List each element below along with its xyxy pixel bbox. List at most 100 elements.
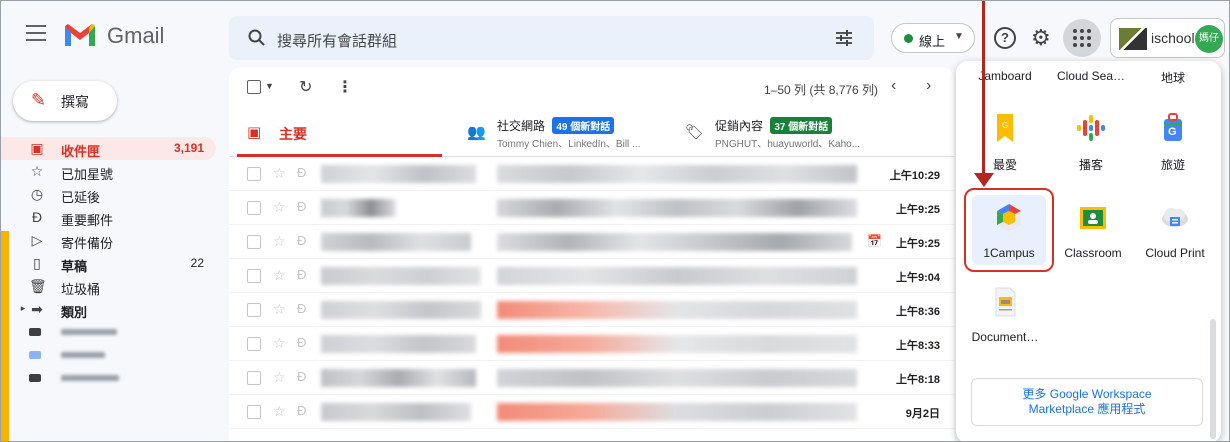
- apps-panel-scrollbar[interactable]: [1210, 319, 1216, 439]
- email-row[interactable]: ☆ Ð 上午8:33: [229, 327, 954, 361]
- row-checkbox[interactable]: [247, 337, 261, 351]
- app-earth[interactable]: 地球: [1132, 69, 1214, 86]
- important-icon[interactable]: Ð: [297, 369, 306, 384]
- prev-page-icon[interactable]: ‹: [891, 77, 896, 95]
- app-jamboard[interactable]: Jamboard: [964, 69, 1046, 83]
- refresh-icon[interactable]: ↻: [299, 77, 312, 97]
- row-checkbox[interactable]: [247, 235, 261, 249]
- email-row[interactable]: ☆ Ð 9月2日: [229, 395, 954, 429]
- email-row[interactable]: ☆ Ð 上午9:04: [229, 259, 954, 293]
- google-apps-button[interactable]: [1063, 19, 1101, 57]
- row-checkbox[interactable]: [247, 269, 261, 283]
- search-options-icon[interactable]: [834, 28, 854, 48]
- compose-button[interactable]: ✎ 撰寫: [13, 81, 117, 121]
- help-icon[interactable]: ?: [994, 27, 1016, 49]
- draft-count: 22: [190, 256, 204, 270]
- gear-icon[interactable]: ⚙: [1031, 25, 1051, 51]
- star-icon[interactable]: ☆: [273, 335, 286, 352]
- email-row[interactable]: ☆ Ð 上午9:25: [229, 191, 954, 225]
- app-cloud-search[interactable]: Cloud Sea…: [1050, 69, 1132, 83]
- status-dropdown[interactable]: 線上 ▼: [891, 23, 975, 53]
- document-icon: [995, 287, 1016, 317]
- tab-primary[interactable]: ▣ 主要: [237, 107, 442, 157]
- star-icon[interactable]: ☆: [273, 267, 286, 284]
- email-row[interactable]: ☆ Ð 📅 上午9:25: [229, 225, 954, 259]
- sidebar-label-item[interactable]: [1, 321, 216, 344]
- svg-text:G: G: [1002, 121, 1008, 130]
- select-dropdown-icon[interactable]: ▼: [265, 81, 274, 91]
- send-icon: ▷: [31, 232, 43, 248]
- classroom-icon: [1080, 207, 1106, 229]
- search-bar[interactable]: 搜尋所有會話群組: [229, 16, 874, 60]
- star-icon[interactable]: ☆: [273, 165, 286, 182]
- blurred-sender: [321, 403, 471, 421]
- star-icon[interactable]: ☆: [273, 403, 286, 420]
- sidebar-item-label: 收件匣: [61, 144, 101, 159]
- sidebar-label-item[interactable]: [1, 367, 216, 390]
- more-options-icon[interactable]: ⋮: [337, 77, 353, 97]
- star-icon[interactable]: ☆: [273, 199, 286, 216]
- sidebar-item-categories[interactable]: ▸ ➡ 類別: [1, 298, 216, 321]
- important-icon[interactable]: Ð: [297, 403, 306, 418]
- sidebar-label-item[interactable]: [1, 344, 216, 367]
- row-checkbox[interactable]: [247, 371, 261, 385]
- search-icon[interactable]: [247, 28, 267, 48]
- sidebar-item-snoozed[interactable]: ◷ 已延後: [1, 183, 216, 206]
- blurred-sender: [321, 301, 481, 319]
- email-time: 上午8:33: [895, 340, 940, 352]
- star-icon[interactable]: ☆: [273, 233, 286, 250]
- app-label: 地球: [1160, 71, 1185, 85]
- app-label: Cloud Print: [1145, 246, 1205, 260]
- row-checkbox[interactable]: [247, 303, 261, 317]
- important-icon[interactable]: Ð: [297, 335, 306, 350]
- sidebar-item-inbox[interactable]: ▣ 收件匣 3,191: [1, 137, 216, 160]
- inbox-icon: ▣: [247, 124, 262, 141]
- menu-icon[interactable]: [26, 25, 46, 43]
- tab-promotions[interactable]: 🏷 促銷內容 37 個新對話 PNGHUT、huayuworld、Kaho...: [685, 107, 885, 157]
- email-time: 上午9:25: [895, 238, 940, 250]
- account-button[interactable]: ischool 媽仔: [1110, 18, 1225, 58]
- row-checkbox[interactable]: [247, 167, 261, 181]
- star-icon[interactable]: ☆: [273, 301, 286, 318]
- important-icon[interactable]: Ð: [297, 301, 306, 316]
- calendar-icon: 📅: [867, 234, 882, 248]
- pencil-icon: ✎: [31, 90, 47, 110]
- app-cloud-print[interactable]: Cloud Print: [1134, 201, 1216, 260]
- gmail-logo-icon[interactable]: [63, 22, 97, 48]
- sidebar-item-important[interactable]: Ð 重要郵件: [1, 206, 216, 229]
- important-icon[interactable]: Ð: [297, 267, 306, 282]
- next-page-icon[interactable]: ›: [926, 77, 931, 95]
- sidebar-item-trash[interactable]: 🗑 垃圾桶: [1, 275, 216, 298]
- app-podcasts[interactable]: 播客: [1050, 111, 1132, 173]
- email-row[interactable]: ☆ Ð 上午8:36: [229, 293, 954, 327]
- app-keep[interactable]: G 最愛: [964, 111, 1046, 173]
- sidebar-item-drafts[interactable]: ▯ 草稿 22: [1, 252, 216, 275]
- label-icon: ➡: [31, 301, 43, 317]
- star-icon[interactable]: ☆: [273, 369, 286, 386]
- important-icon[interactable]: Ð: [297, 199, 306, 214]
- important-icon[interactable]: Ð: [297, 233, 306, 248]
- more-workspace-apps-button[interactable]: 更多 Google Workspace Marketplace 應用程式: [971, 378, 1203, 426]
- row-checkbox[interactable]: [247, 201, 261, 215]
- select-all-checkbox[interactable]: [247, 80, 261, 94]
- email-row[interactable]: ☆ Ð 上午8:18: [229, 361, 954, 395]
- trash-icon: 🗑: [29, 278, 47, 294]
- app-document[interactable]: Document…: [964, 285, 1046, 344]
- school-logo-icon: [1119, 28, 1147, 50]
- suitcase-icon: G: [1164, 113, 1182, 141]
- app-classroom[interactable]: Classroom: [1052, 201, 1134, 260]
- email-row[interactable]: ☆ Ð 上午10:29: [229, 157, 954, 191]
- important-icon[interactable]: Ð: [297, 165, 306, 180]
- avatar[interactable]: 媽仔: [1195, 25, 1223, 53]
- app-label: Document…: [971, 330, 1039, 344]
- row-checkbox[interactable]: [247, 405, 261, 419]
- search-input[interactable]: 搜尋所有會話群組: [277, 30, 397, 51]
- email-time: 上午9:04: [895, 272, 940, 284]
- app-name: Gmail: [107, 23, 165, 48]
- app-1campus[interactable]: 1Campus: [968, 201, 1050, 260]
- app-travel[interactable]: G 旅遊: [1132, 111, 1214, 173]
- sidebar-item-sent[interactable]: ▷ 寄件備份: [1, 229, 216, 252]
- email-time: 上午8:18: [895, 374, 940, 386]
- tab-social[interactable]: 👥 社交網路 49 個新對話 Tommy Chien、LinkedIn、Bill…: [467, 107, 667, 157]
- sidebar-item-starred[interactable]: ☆ 已加星號: [1, 160, 216, 183]
